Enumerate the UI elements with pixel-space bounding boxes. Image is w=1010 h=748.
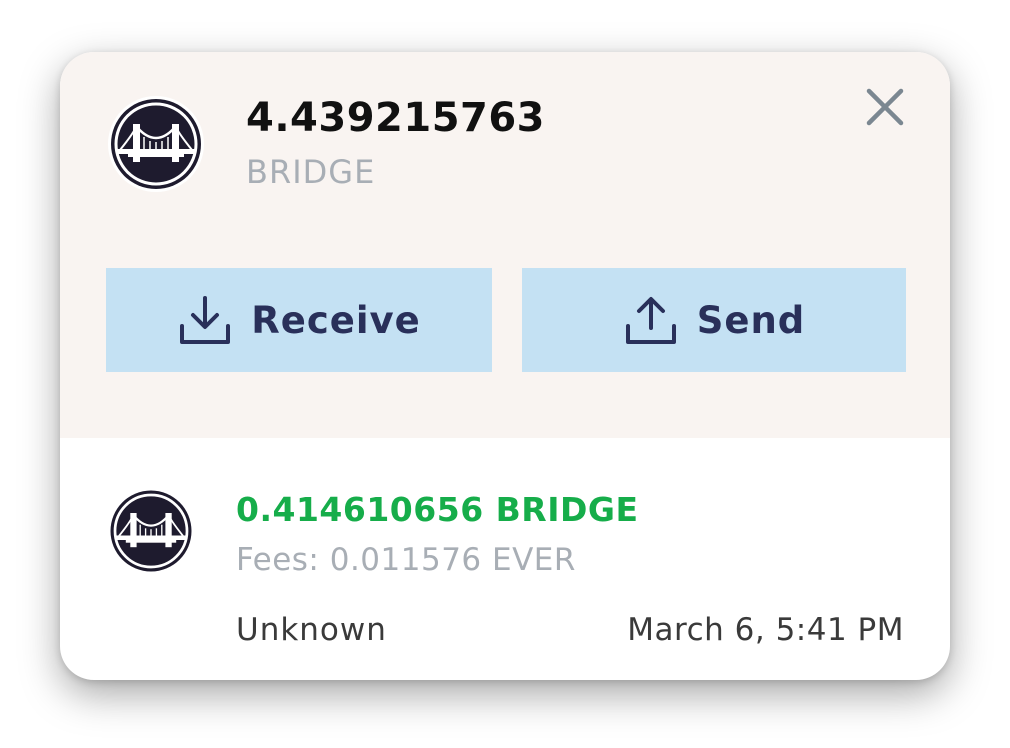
transaction-row[interactable]: 0.414610656 BRIDGE Fees: 0.011576 EVER U…	[60, 438, 950, 680]
upload-icon	[623, 292, 679, 348]
bridge-icon	[106, 486, 196, 576]
download-icon	[177, 292, 233, 348]
receive-button[interactable]: Receive	[106, 268, 492, 372]
token-header-panel: 4.439215763 BRIDGE Receive Send	[60, 52, 950, 438]
transaction-amount: 0.414610656 BRIDGE	[236, 490, 639, 529]
close-button[interactable]	[860, 84, 910, 134]
receive-button-label: Receive	[251, 298, 421, 342]
token-symbol: BRIDGE	[246, 153, 376, 191]
bridge-icon	[106, 94, 206, 194]
transaction-fees: Fees: 0.011576 EVER	[236, 542, 576, 578]
token-balance: 4.439215763	[246, 95, 546, 141]
token-details-card: 4.439215763 BRIDGE Receive Send 0.414610…	[60, 52, 950, 680]
transaction-status: Unknown	[236, 612, 387, 648]
send-button-label: Send	[696, 298, 806, 342]
close-icon	[865, 87, 905, 131]
transaction-date: March 6, 5:41 PM	[627, 612, 904, 648]
send-button[interactable]: Send	[522, 268, 906, 372]
